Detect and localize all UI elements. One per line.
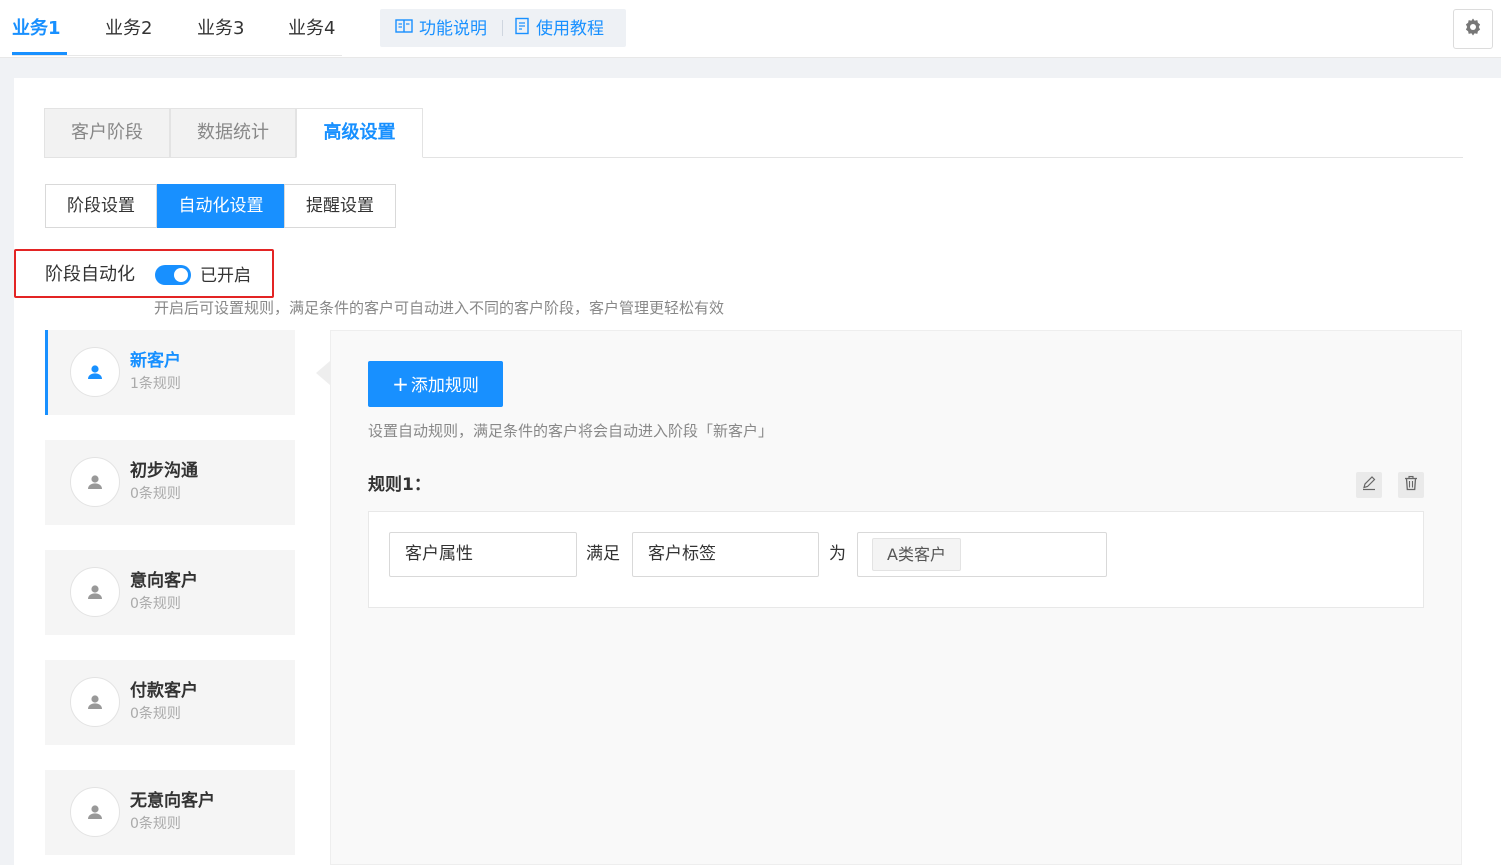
stage-name: 付款客户 bbox=[130, 681, 198, 701]
stage-rule-count: 0条规则 bbox=[130, 706, 181, 722]
book-icon bbox=[395, 18, 419, 40]
attribute-select[interactable]: 客户属性 bbox=[389, 532, 577, 577]
stage-item-new-customer[interactable]: 新客户 1条规则 bbox=[45, 330, 295, 415]
tab-business-4[interactable]: 业务4 bbox=[288, 17, 335, 41]
automation-toggle[interactable] bbox=[155, 265, 191, 285]
stage-name: 新客户 bbox=[130, 351, 181, 371]
stage-rule-count: 0条规则 bbox=[130, 816, 181, 832]
rules-panel: + 添加规则 设置自动规则，满足条件的客户将会自动进入阶段「新客户」 规则1： 客… bbox=[330, 330, 1462, 865]
user-icon bbox=[70, 787, 120, 837]
tab-business-2[interactable]: 业务2 bbox=[105, 17, 152, 41]
top-bar: 业务1 业务2 业务3 业务4 功能说明 使用教程 bbox=[0, 0, 1501, 58]
tag-chip[interactable]: A类客户 bbox=[872, 538, 961, 571]
subtab-automation-settings[interactable]: 自动化设置 bbox=[157, 184, 285, 228]
stage-rule-count: 1条规则 bbox=[130, 376, 181, 392]
stage-rule-count: 0条规则 bbox=[130, 486, 181, 502]
field-select[interactable]: 客户标签 bbox=[632, 532, 819, 577]
tab-business-1[interactable]: 业务1 bbox=[12, 17, 61, 41]
trash-icon bbox=[1403, 475, 1419, 495]
subtab-reminder-settings[interactable]: 提醒设置 bbox=[284, 184, 396, 228]
tag-value-input[interactable]: A类客户 bbox=[857, 532, 1107, 577]
document-icon bbox=[514, 17, 536, 41]
stage-name: 初步沟通 bbox=[130, 461, 198, 481]
tab-business-3[interactable]: 业务3 bbox=[197, 17, 244, 41]
main-card: 客户阶段 数据统计 高级设置 阶段设置 自动化设置 提醒设置 阶段自动化 已开启… bbox=[14, 78, 1501, 865]
help-separator bbox=[502, 20, 503, 36]
tab-advanced-settings[interactable]: 高级设置 bbox=[296, 108, 423, 158]
active-tab-indicator bbox=[12, 52, 67, 55]
stage-name: 无意向客户 bbox=[130, 791, 215, 811]
settings-button[interactable] bbox=[1453, 9, 1493, 49]
toggle-knob bbox=[174, 268, 188, 282]
gear-icon bbox=[1463, 17, 1483, 41]
edit-icon bbox=[1361, 475, 1377, 495]
value-operator: 为 bbox=[829, 544, 846, 564]
panel-pointer bbox=[316, 361, 330, 385]
add-rule-button[interactable]: + 添加规则 bbox=[368, 361, 503, 407]
stage-item-paying-customer[interactable]: 付款客户 0条规则 bbox=[45, 660, 295, 745]
rules-hint: 设置自动规则，满足条件的客户将会自动进入阶段「新客户」 bbox=[368, 422, 774, 440]
automation-label: 阶段自动化 bbox=[45, 264, 135, 285]
delete-rule-button[interactable] bbox=[1398, 472, 1424, 498]
user-icon bbox=[70, 567, 120, 617]
add-rule-label: 添加规则 bbox=[410, 376, 479, 396]
stage-item-no-intent-customer[interactable]: 无意向客户 0条规则 bbox=[45, 770, 295, 855]
tab-divider bbox=[12, 55, 342, 56]
tutorial-label: 使用教程 bbox=[536, 19, 604, 39]
subtab-stage-settings[interactable]: 阶段设置 bbox=[45, 184, 157, 228]
stage-item-intent-customer[interactable]: 意向客户 0条规则 bbox=[45, 550, 295, 635]
automation-status: 已开启 bbox=[200, 266, 251, 286]
tab-data-stats[interactable]: 数据统计 bbox=[170, 108, 296, 158]
stage-item-initial-contact[interactable]: 初步沟通 0条规则 bbox=[45, 440, 295, 525]
feature-help-link[interactable]: 功能说明 bbox=[395, 18, 487, 40]
stage-name: 意向客户 bbox=[130, 571, 198, 591]
feature-help-label: 功能说明 bbox=[419, 19, 487, 39]
rule-title: 规则1： bbox=[368, 475, 431, 495]
help-links: 功能说明 使用教程 bbox=[380, 9, 626, 47]
user-icon bbox=[70, 677, 120, 727]
user-icon bbox=[70, 457, 120, 507]
edit-rule-button[interactable] bbox=[1356, 472, 1382, 498]
plus-icon: + bbox=[392, 372, 409, 396]
automation-hint: 开启后可设置规则，满足条件的客户可自动进入不同的客户阶段，客户管理更轻松有效 bbox=[154, 299, 725, 317]
tutorial-link[interactable]: 使用教程 bbox=[514, 17, 604, 41]
condition-operator: 满足 bbox=[586, 544, 620, 564]
tab-customer-stage[interactable]: 客户阶段 bbox=[44, 108, 170, 158]
rule-condition-row: 客户属性 满足 客户标签 为 A类客户 bbox=[368, 511, 1424, 608]
stage-rule-count: 0条规则 bbox=[130, 596, 181, 612]
user-icon bbox=[70, 347, 120, 397]
main-tabs-baseline bbox=[423, 157, 1463, 158]
